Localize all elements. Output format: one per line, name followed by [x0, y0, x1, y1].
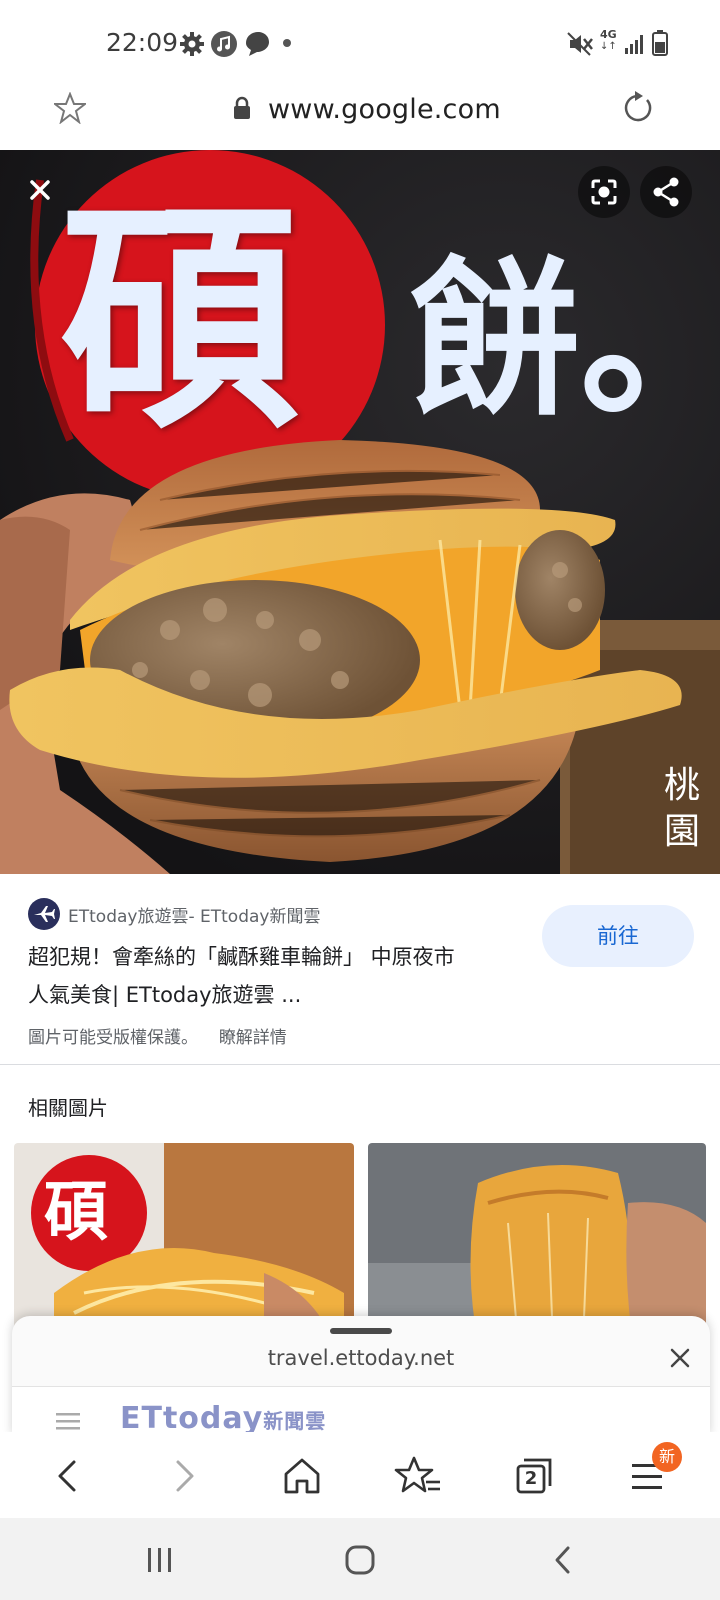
result-title[interactable]: 超犯規！會牽絲的「鹹酥雞車輪餅」 中原夜市 人氣美食| ETtoday旅遊雲 .… [28, 938, 528, 1014]
hero-location-2: 園 [664, 811, 701, 852]
system-nav-bar [0, 1518, 720, 1600]
dot-icon [283, 39, 291, 47]
battery-icon [652, 30, 668, 56]
tab-count: 2 [524, 1468, 538, 1489]
related-1-char: 碩 [44, 1175, 108, 1250]
reload-icon[interactable] [620, 90, 656, 126]
preview-logo-text: ETtoday [120, 1401, 264, 1436]
share-button[interactable] [640, 166, 692, 218]
browser-toolbar: 2 新 [0, 1432, 720, 1518]
address-url[interactable]: www.google.com [268, 94, 501, 125]
tabs-button[interactable]: 2 [510, 1452, 558, 1500]
learn-more-link[interactable]: 瞭解詳情 [219, 1028, 287, 1048]
lock-icon [234, 96, 250, 119]
sheet-close-icon[interactable] [666, 1344, 694, 1372]
copyright-notice: 圖片可能受版權保護。 [28, 1028, 198, 1048]
sheet-drag-handle[interactable] [330, 1328, 392, 1334]
recents-icon[interactable] [140, 1544, 180, 1576]
bookmarks-icon[interactable] [394, 1452, 442, 1500]
signal-icon [625, 35, 643, 54]
status-time: 22:09 [106, 28, 179, 57]
sheet-url: travel.ettoday.net [267, 1346, 455, 1370]
result-title-line1: 超犯規！會牽絲的「鹹酥雞車輪餅」 中原夜市 [28, 945, 455, 969]
visit-button[interactable]: 前往 [542, 905, 694, 967]
close-icon [30, 180, 50, 200]
image-preview[interactable]: 碩 餅。 桃 園 [0, 150, 720, 874]
divider [0, 1064, 720, 1065]
gear-icon [180, 32, 204, 56]
source-name: ETtoday旅遊雲- ETtoday新聞雲 [68, 907, 321, 927]
home-icon[interactable] [278, 1452, 326, 1500]
network-label: 4G [600, 28, 617, 41]
hero-sign-right: 餅。 [410, 240, 720, 440]
lens-button[interactable] [578, 166, 630, 218]
hero-sign-left: 碩 [60, 179, 301, 461]
preview-logo-suffix: 新聞雲 [263, 1409, 327, 1433]
back-icon[interactable] [44, 1452, 92, 1500]
result-title-line2: 人氣美食| ETtoday旅遊雲 ... [28, 983, 302, 1007]
related-heading: 相關圖片 [28, 1096, 108, 1120]
new-badge: 新 [652, 1442, 682, 1472]
mute-icon [567, 32, 593, 56]
link-preview-sheet[interactable]: travel.ettoday.net ETtoday新聞雲 [12, 1316, 710, 1436]
preview-logo: ETtoday新聞雲 [120, 1401, 326, 1436]
airplane-icon [34, 906, 55, 922]
source-logo [28, 898, 60, 930]
4g-icon: 4G ↓↑ [600, 29, 622, 57]
related-photo-2 [368, 1143, 706, 1343]
related-image-1[interactable]: 碩 [14, 1143, 354, 1343]
back-nav-icon[interactable] [548, 1542, 578, 1578]
menu-icon [56, 1413, 80, 1430]
share-icon [653, 177, 679, 207]
home-nav-icon[interactable] [342, 1542, 378, 1578]
music-icon [211, 31, 237, 57]
related-image-2[interactable] [368, 1143, 706, 1343]
forward-icon[interactable] [160, 1452, 208, 1500]
close-image-button[interactable] [14, 164, 66, 216]
url-bar: www.google.com [0, 74, 720, 150]
hero-location-1: 桃 [664, 765, 701, 806]
lens-icon [591, 179, 617, 205]
copyright-row: 圖片可能受版權保護。 瞭解詳情 [28, 1023, 287, 1048]
chat-icon [246, 32, 269, 56]
sheet-page-preview: ETtoday新聞雲 [12, 1386, 710, 1436]
bookmark-star-icon[interactable] [54, 92, 86, 124]
